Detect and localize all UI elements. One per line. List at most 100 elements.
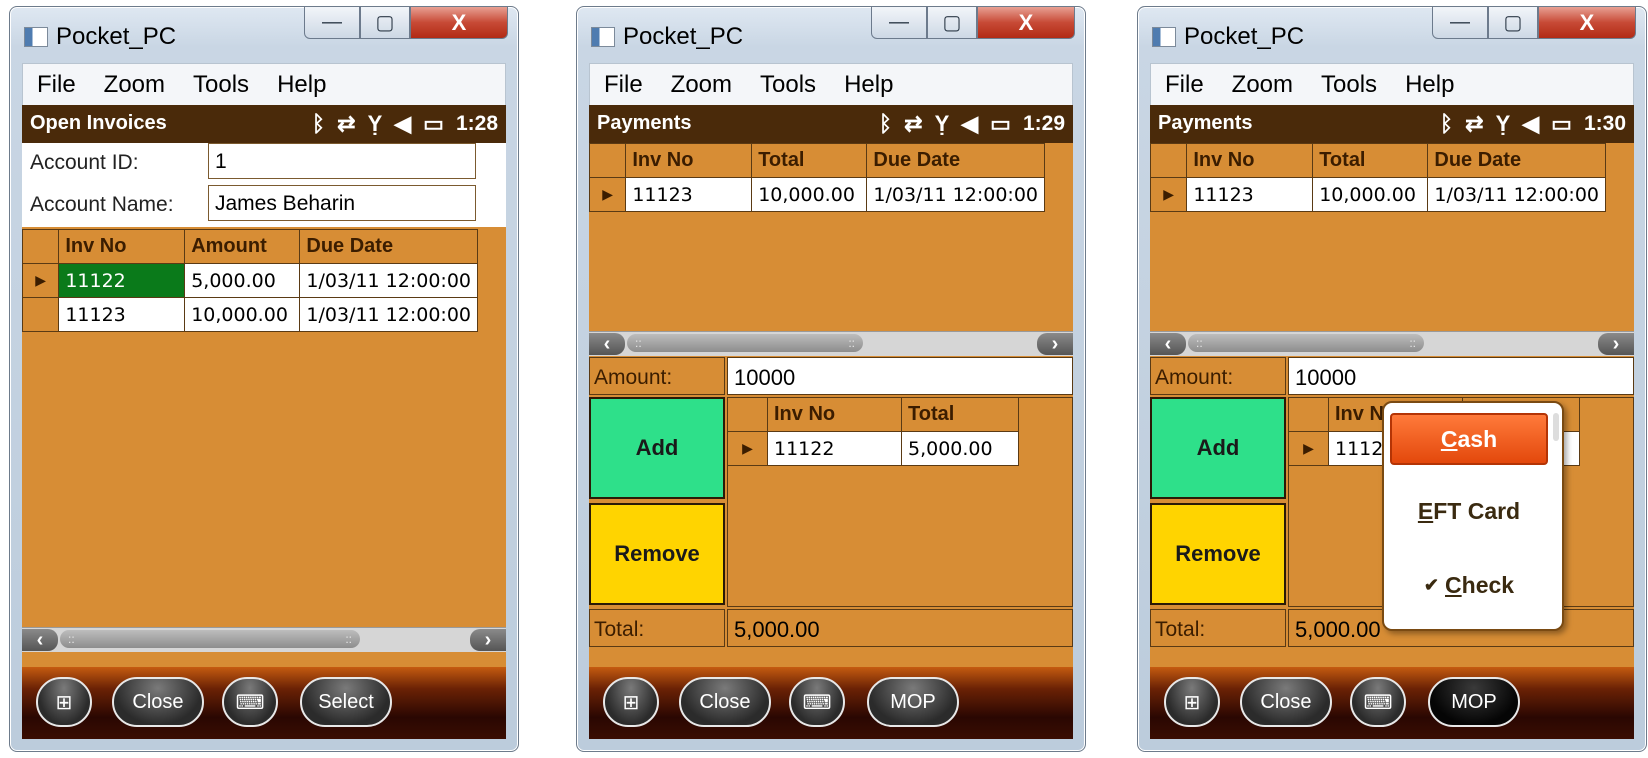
remove-button[interactable]: Remove — [589, 503, 725, 605]
close-window-button[interactable]: X — [977, 7, 1075, 39]
column-header-inv-no[interactable]: Inv No — [625, 143, 753, 178]
cell-total[interactable]: 10,000.00 — [751, 177, 868, 212]
cell-amount[interactable]: 5,000.00 — [184, 263, 301, 298]
close-softkey[interactable]: Close — [1240, 677, 1332, 727]
column-header-inv-no[interactable]: Inv No — [767, 397, 902, 432]
column-header-inv-no[interactable]: Inv No — [1186, 143, 1314, 178]
close-softkey[interactable]: Close — [679, 677, 771, 727]
scroll-thumb[interactable]: :::: — [60, 630, 360, 648]
column-header-total[interactable]: Total — [1312, 143, 1429, 178]
start-button[interactable]: ⊞ — [36, 677, 92, 727]
horizontal-scrollbar[interactable]: ‹ :::: › — [589, 331, 1073, 356]
add-button[interactable]: Add — [589, 397, 725, 499]
maximize-button[interactable]: ▢ — [927, 7, 977, 39]
menu-zoom[interactable]: Zoom — [1232, 71, 1293, 99]
column-header-inv-no[interactable]: Inv No — [58, 229, 186, 264]
scroll-left-icon[interactable]: ‹ — [22, 629, 58, 651]
keyboard-button[interactable]: ⌨ — [1350, 677, 1406, 727]
pocket-pc-window-3: Pocket_PC — ▢ X File Zoom Tools Help Pay… — [1137, 6, 1647, 752]
keyboard-button[interactable]: ⌨ — [222, 677, 278, 727]
menu-item-check[interactable]: ✔ Check — [1390, 561, 1548, 609]
menu-file[interactable]: File — [604, 71, 643, 99]
minimize-button[interactable]: — — [304, 7, 360, 39]
cell-inv-no[interactable]: 11123 — [58, 297, 186, 332]
horizontal-scrollbar[interactable]: ‹ :::: › — [1150, 331, 1634, 356]
mop-softkey[interactable]: MOP — [867, 677, 959, 727]
close-window-button[interactable]: X — [410, 7, 508, 39]
payments-grid[interactable]: Inv No Total ▶ 11122 5,000.00 — [727, 397, 1019, 466]
menu-item-cash[interactable]: Cash — [1390, 413, 1548, 465]
table-row[interactable]: ▶ 11123 10,000.00 1/03/11 12:00:00 — [589, 177, 1045, 212]
amount-field[interactable]: 10000 — [727, 357, 1073, 395]
maximize-button[interactable]: ▢ — [1488, 7, 1538, 39]
minimize-button[interactable]: — — [871, 7, 927, 39]
mop-softkey[interactable]: MOP — [1428, 677, 1520, 727]
scroll-left-icon[interactable]: ‹ — [589, 333, 625, 355]
cell-inv-no[interactable]: 11123 — [1186, 177, 1314, 212]
method-of-payment-popup: Cash E FT Card ✔ Check — [1382, 401, 1564, 631]
start-button[interactable]: ⊞ — [603, 677, 659, 727]
column-header-due-date[interactable]: Due Date — [866, 143, 1045, 178]
maximize-button[interactable]: ▢ — [360, 7, 410, 39]
cell-inv-no[interactable]: 11122 — [767, 431, 902, 466]
menu-zoom[interactable]: Zoom — [671, 71, 732, 99]
invoices-grid[interactable]: Inv No Amount Due Date ▶ 11122 5,000.00 … — [22, 229, 478, 332]
window-titlebar: Pocket_PC — ▢ X — [577, 7, 1085, 63]
minimize-button[interactable]: — — [1432, 7, 1488, 39]
scroll-left-icon[interactable]: ‹ — [1150, 333, 1186, 355]
column-header-total[interactable]: Total — [901, 397, 1019, 432]
keyboard-icon: ⌨ — [235, 691, 265, 714]
keyboard-button[interactable]: ⌨ — [789, 677, 845, 727]
clock: 1:29 — [1022, 112, 1065, 135]
select-softkey[interactable]: Select — [300, 677, 392, 727]
cell-due-date[interactable]: 1/03/11 12:00:00 — [299, 263, 478, 298]
cell-due-date[interactable]: 1/03/11 12:00:00 — [866, 177, 1045, 212]
menu-tools[interactable]: Tools — [760, 71, 816, 99]
column-header-amount[interactable]: Amount — [184, 229, 301, 264]
column-header-due-date[interactable]: Due Date — [1427, 143, 1606, 178]
account-id-field[interactable]: 1 — [208, 143, 476, 179]
horizontal-scrollbar[interactable]: ‹ :::: › — [22, 627, 506, 652]
checkmark-icon: ✔ — [1423, 574, 1440, 595]
table-row[interactable]: 11123 10,000.00 1/03/11 12:00:00 — [22, 297, 478, 332]
account-name-field[interactable]: James Beharin — [208, 185, 476, 221]
close-softkey[interactable]: Close — [112, 677, 204, 727]
menu-help[interactable]: Help — [844, 71, 893, 99]
cell-inv-no[interactable]: 11123 — [625, 177, 753, 212]
current-row-indicator: ▶ — [1288, 431, 1329, 466]
cell-total[interactable]: 5,000.00 — [901, 431, 1019, 466]
table-row[interactable]: ▶ 11123 10,000.00 1/03/11 12:00:00 — [1150, 177, 1606, 212]
amount-field[interactable]: 10000 — [1288, 357, 1634, 395]
cell-inv-no[interactable]: 11122 — [58, 263, 186, 298]
invoices-grid[interactable]: Inv No Total Due Date ▶ 11123 10,000.00 … — [589, 143, 1045, 212]
cell-due-date[interactable]: 1/03/11 12:00:00 — [299, 297, 478, 332]
table-row[interactable]: ▶ 11122 5,000.00 1/03/11 12:00:00 — [22, 263, 478, 298]
cell-total[interactable]: 10,000.00 — [1312, 177, 1429, 212]
add-button[interactable]: Add — [1150, 397, 1286, 499]
table-row[interactable]: ▶ 11122 5,000.00 — [727, 431, 1019, 466]
start-button[interactable]: ⊞ — [1164, 677, 1220, 727]
scroll-thumb[interactable]: :::: — [1188, 334, 1424, 352]
invoices-grid[interactable]: Inv No Total Due Date ▶ 11123 10,000.00 … — [1150, 143, 1606, 212]
close-window-button[interactable]: X — [1538, 7, 1636, 39]
scroll-thumb[interactable]: :::: — [627, 334, 863, 352]
screen-title: Open Invoices — [30, 112, 167, 134]
column-header-total[interactable]: Total — [751, 143, 868, 178]
menu-item-eft-card[interactable]: E FT Card — [1390, 487, 1548, 535]
menu-file[interactable]: File — [1165, 71, 1204, 99]
scroll-right-icon[interactable]: › — [470, 629, 506, 651]
menu-tools[interactable]: Tools — [1321, 71, 1377, 99]
column-header-due-date[interactable]: Due Date — [299, 229, 478, 264]
scroll-right-icon[interactable]: › — [1037, 333, 1073, 355]
menu-help[interactable]: Help — [277, 71, 326, 99]
menu-tools[interactable]: Tools — [193, 71, 249, 99]
remove-button[interactable]: Remove — [1150, 503, 1286, 605]
scroll-right-icon[interactable]: › — [1598, 333, 1634, 355]
bluetooth-icon: ᛒ — [878, 111, 893, 136]
menu-help[interactable]: Help — [1405, 71, 1454, 99]
cell-due-date[interactable]: 1/03/11 12:00:00 — [1427, 177, 1606, 212]
menu-file[interactable]: File — [37, 71, 76, 99]
cell-amount[interactable]: 10,000.00 — [184, 297, 301, 332]
device-screen: Payments ᛒ ⇄ Ỵ ◀ ▭ 1:29 Inv No Total Due… — [589, 105, 1073, 739]
menu-zoom[interactable]: Zoom — [104, 71, 165, 99]
